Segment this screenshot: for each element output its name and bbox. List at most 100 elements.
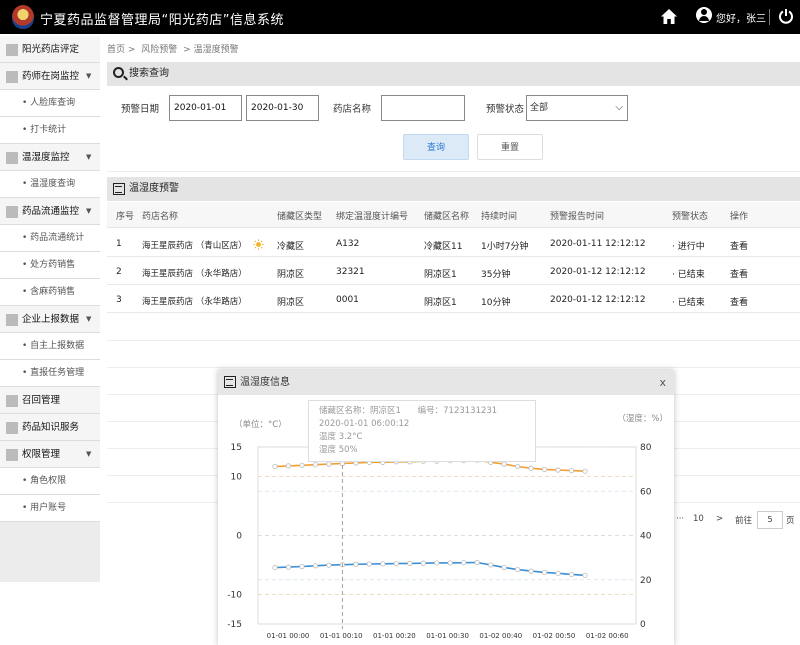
sidebar-item-15[interactable]: 权限管理 ▼ bbox=[0, 441, 100, 468]
query-button[interactable]: 查询 bbox=[403, 134, 469, 160]
home-icon[interactable] bbox=[660, 8, 678, 26]
sidebar-item-3[interactable]: • 打卡统计 bbox=[0, 117, 100, 144]
sidebar-item-label: • 人脸库查询 bbox=[22, 98, 76, 108]
sidebar-item-13[interactable]: 召回管理 bbox=[0, 387, 100, 414]
pager-next-button[interactable]: > bbox=[716, 514, 723, 524]
store-name-input[interactable] bbox=[381, 95, 465, 121]
sidebar-item-label: • 含麻药销售 bbox=[22, 287, 76, 297]
reset-button[interactable]: 重置 bbox=[477, 134, 543, 160]
modal-header: 温湿度信息 x bbox=[218, 370, 674, 395]
data-point bbox=[447, 560, 453, 566]
series-line-1 bbox=[274, 561, 586, 577]
user-icon[interactable] bbox=[696, 7, 712, 23]
cell-no: 3 bbox=[116, 295, 122, 305]
cell-store: 海王星辰药店 （青山区店） bbox=[142, 241, 247, 251]
sidebar-item-1[interactable]: 药师在岗监控 ▼ bbox=[0, 63, 100, 90]
close-icon[interactable]: x bbox=[659, 370, 666, 395]
sun-warning-icon bbox=[253, 239, 264, 250]
x-tick-label: 01-01 00:00 bbox=[267, 632, 310, 640]
data-point bbox=[582, 468, 588, 474]
column-header: 操作 bbox=[730, 212, 749, 222]
view-link[interactable]: 查看 bbox=[730, 295, 748, 308]
x-tick-label: 01-01 00:20 bbox=[373, 632, 416, 640]
data-point bbox=[272, 564, 278, 571]
breadcrumb: 首页 > 风险预警 > 温湿度预警 bbox=[107, 42, 242, 55]
data-point bbox=[299, 462, 305, 468]
cell-duration: 10分钟 bbox=[481, 298, 511, 308]
sidebar-item-4[interactable]: 温湿度监控 ▼ bbox=[0, 144, 100, 171]
left-tick-label: 0 bbox=[236, 532, 242, 542]
sidebar-item-label: • 角色权限 bbox=[22, 476, 67, 486]
sidebar-item-10[interactable]: 企业上报数据 ▼ bbox=[0, 306, 100, 333]
menu-square-icon bbox=[6, 422, 18, 434]
cell-time: 2020-01-12 12:12:12 bbox=[550, 267, 646, 277]
sidebar-item-6[interactable]: 药品流通监控 ▼ bbox=[0, 198, 100, 225]
cell-meter: 32321 bbox=[336, 267, 365, 277]
cell-zone-type: 冷藏区 bbox=[277, 242, 305, 252]
breadcrumb-home[interactable]: 首页 > bbox=[107, 45, 135, 55]
sidebar-item-7[interactable]: • 药品流通统计 bbox=[0, 225, 100, 252]
sidebar-item-11[interactable]: • 自主上报数据 bbox=[0, 333, 100, 360]
sidebar-item-9[interactable]: • 含麻药销售 bbox=[0, 279, 100, 306]
tooltip-row-1: 储藏区名称：阴凉区1 编号：7123131231 bbox=[319, 405, 525, 418]
sidebar-item-16[interactable]: • 角色权限 bbox=[0, 468, 100, 495]
data-point bbox=[474, 559, 480, 566]
tooltip-code: 编号：7123131231 bbox=[417, 406, 498, 416]
data-point bbox=[407, 560, 413, 566]
data-point bbox=[541, 466, 548, 473]
left-axis-unit: （单位：°C） bbox=[234, 420, 287, 430]
sidebar-item-14[interactable]: 药品知识服务 bbox=[0, 414, 100, 441]
modal-title: 温湿度信息 bbox=[240, 377, 290, 388]
chevron-down-icon: ⌵ bbox=[615, 102, 623, 113]
tooltip-time: 2020-01-01 06:00:12 bbox=[319, 419, 410, 429]
power-icon[interactable] bbox=[778, 8, 794, 24]
pager-last-page[interactable]: 10 bbox=[693, 514, 704, 524]
pager-ellipsis[interactable]: ··· bbox=[676, 514, 684, 524]
data-point bbox=[528, 568, 534, 574]
store-name-label: 药店名称 bbox=[333, 104, 372, 115]
sidebar-item-8[interactable]: • 处方药销售 bbox=[0, 252, 100, 279]
date-to-input[interactable]: 2020-01-30 bbox=[246, 95, 319, 121]
view-link[interactable]: 查看 bbox=[730, 239, 748, 252]
temp-humidity-modal: 温湿度信息 x 15 10 0 -10 -15 80 60 40 20 0 01-01 00:00 0… bbox=[218, 370, 674, 645]
table-row: 1 海王星辰药店 （青山区店） 冷藏区 A132 冷藏区11 1小时7分钟 2020-01-… bbox=[107, 230, 800, 257]
table-header-row: 序号 药店名称 储藏区类型 绑定温湿度计编号 储藏区名称 持续时间 预警报告时间 预警状态 操作 bbox=[107, 202, 800, 228]
chart-tooltip: 储藏区名称：阴凉区1 编号：7123131231 2020-01-01 06:0… bbox=[308, 400, 536, 462]
tooltip-zone: 储藏区名称：阴凉区1 bbox=[319, 406, 401, 416]
left-tick-label: 10 bbox=[231, 473, 243, 483]
pager-goto-input[interactable]: 5 bbox=[757, 511, 783, 529]
search-panel-title: 搜索查询 bbox=[129, 68, 169, 79]
data-point bbox=[488, 562, 494, 568]
cell-duration: 35分钟 bbox=[481, 270, 511, 280]
left-tick-label: 15 bbox=[231, 443, 242, 453]
user-greeting[interactable]: 您好，张三 bbox=[716, 10, 766, 25]
right-tick-label: 20 bbox=[640, 576, 652, 586]
data-point bbox=[555, 467, 561, 473]
x-tick-label: 01-01 00:10 bbox=[320, 632, 363, 640]
status-select[interactable]: 全部 ⌵ bbox=[526, 95, 628, 121]
data-point bbox=[582, 572, 588, 578]
data-point bbox=[312, 563, 319, 569]
sidebar-item-5[interactable]: • 温湿度查询 bbox=[0, 171, 100, 198]
status-label: 预警状态 bbox=[486, 104, 525, 115]
data-point bbox=[515, 463, 521, 470]
sidebar-item-12[interactable]: • 直报任务管理 bbox=[0, 360, 100, 387]
right-tick-label: 40 bbox=[640, 532, 652, 542]
sidebar-item-0[interactable]: 阳光药店评定 bbox=[0, 36, 100, 63]
column-header: 绑定温湿度计编号 bbox=[336, 212, 409, 222]
data-point bbox=[285, 564, 292, 570]
menu-square-icon bbox=[6, 71, 18, 83]
data-point bbox=[515, 566, 521, 573]
view-link[interactable]: 查看 bbox=[730, 267, 748, 280]
column-header: 储藏区类型 bbox=[277, 212, 323, 222]
date-from-input[interactable]: 2020-01-01 bbox=[169, 95, 242, 121]
data-point bbox=[541, 569, 548, 576]
empty-table-row bbox=[107, 341, 800, 368]
left-tick-label: -10 bbox=[227, 591, 242, 601]
breadcrumb-risk-warning[interactable]: 风险预警 bbox=[141, 45, 177, 55]
sidebar-item-17[interactable]: • 用户账号 bbox=[0, 495, 100, 522]
data-point bbox=[461, 560, 467, 566]
menu-square-icon bbox=[6, 206, 18, 218]
sidebar-item-label: 药品流通监控 bbox=[22, 206, 80, 217]
sidebar-item-2[interactable]: • 人脸库查询 bbox=[0, 90, 100, 117]
